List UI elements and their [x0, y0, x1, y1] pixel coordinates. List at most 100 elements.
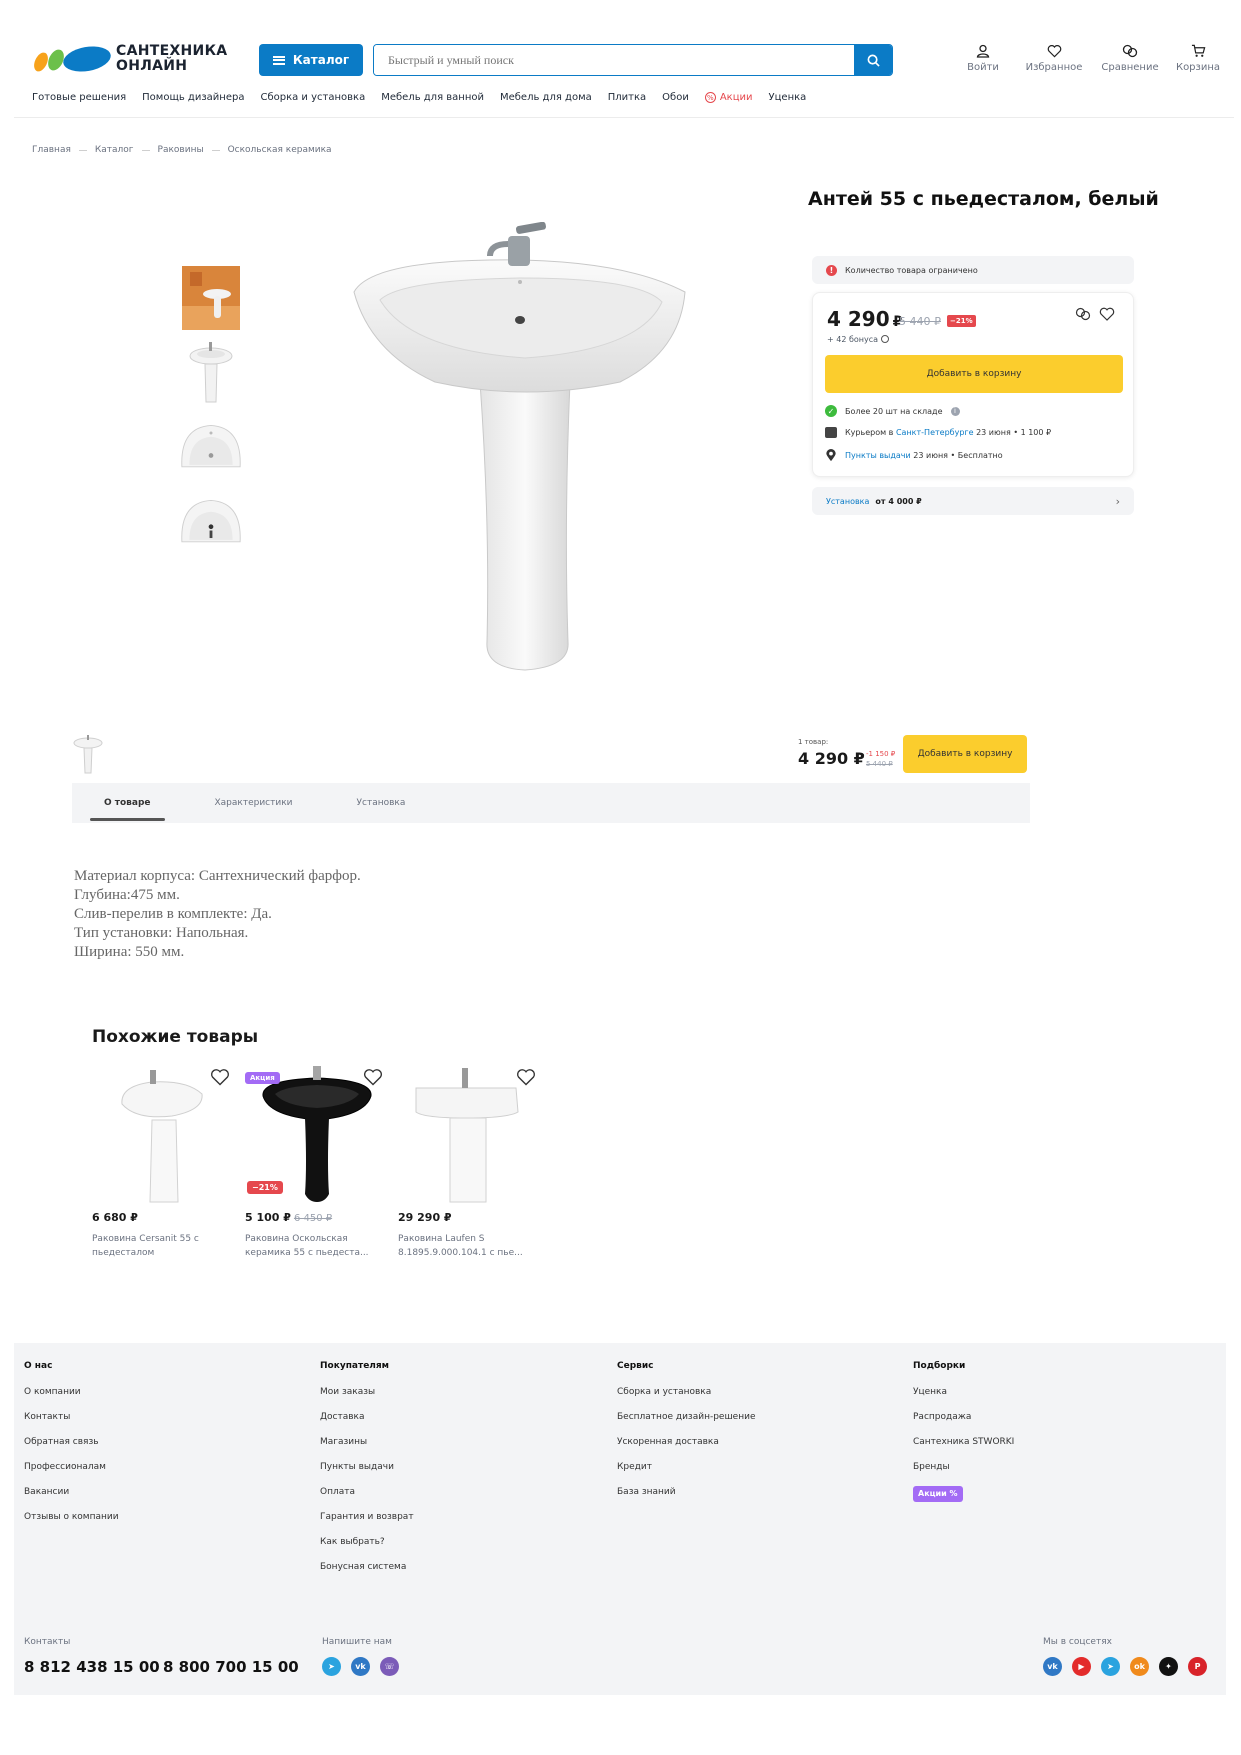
product-name[interactable]: Раковина Оскольская керамика 55 с пьедест…: [245, 1232, 385, 1260]
breadcrumb-home[interactable]: Главная: [32, 145, 71, 155]
tab-specs[interactable]: Характеристики: [183, 783, 325, 823]
search-input[interactable]: [374, 45, 854, 75]
footer-link[interactable]: Как выбрать?: [320, 1536, 414, 1561]
similar-product-card[interactable]: 6 680 ₽ Раковина Cersanit 55 с пьедестало…: [92, 1066, 238, 1266]
product-name[interactable]: Раковина Laufen S 8.1895.9.000.104.1 с пь…: [398, 1232, 538, 1260]
price-value: 5 100 ₽: [245, 1211, 291, 1224]
viber-icon[interactable]: ☏: [380, 1657, 399, 1676]
install-link[interactable]: Установка: [826, 497, 869, 506]
breadcrumb-sinks[interactable]: Раковины: [158, 145, 204, 155]
footer-link[interactable]: Оплата: [320, 1486, 414, 1511]
footer-link[interactable]: Бонусная система: [320, 1561, 414, 1586]
thumbnail-2[interactable]: [180, 340, 242, 406]
sale-icon: %: [704, 92, 716, 103]
courier-text: Курьером в Санкт-Петербурге 23 июня • 1 …: [845, 428, 1051, 437]
footer-link[interactable]: Кредит: [617, 1461, 756, 1486]
phone-spb[interactable]: 8 812 438 15 00: [24, 1658, 160, 1676]
installation-row[interactable]: Установка от 4 000 ₽ ›: [812, 487, 1134, 515]
footer-link[interactable]: Пункты выдачи: [320, 1461, 414, 1486]
nav-bath-furniture[interactable]: Мебель для ванной: [381, 92, 484, 103]
tab-about[interactable]: О товаре: [72, 783, 183, 823]
product-main-image[interactable]: [340, 222, 710, 682]
product-name-line: Раковина Laufen S: [398, 1234, 485, 1244]
ok-icon[interactable]: ok: [1130, 1657, 1149, 1676]
heart-icon[interactable]: [210, 1068, 230, 1086]
compare-button[interactable]: Сравнение: [1100, 44, 1160, 73]
compare-icon[interactable]: [1075, 307, 1091, 321]
favorites-button[interactable]: Избранное: [1024, 44, 1084, 73]
footer-link[interactable]: Обратная связь: [24, 1436, 119, 1461]
footer-link[interactable]: Ускоренная доставка: [617, 1436, 756, 1461]
product-description: Материал корпуса: Сантехнический фарфор.…: [74, 867, 361, 962]
pickup-link[interactable]: Пункты выдачи: [845, 451, 911, 460]
info-icon[interactable]: i: [950, 406, 960, 416]
footer-link[interactable]: О компании: [24, 1386, 119, 1411]
nav-sales[interactable]: % Акции: [704, 92, 753, 103]
pinterest-icon[interactable]: P: [1188, 1657, 1207, 1676]
nav-assembly[interactable]: Сборка и установка: [260, 92, 365, 103]
sales-badge[interactable]: Акции %: [913, 1486, 963, 1502]
footer-link[interactable]: Профессионалам: [24, 1461, 119, 1486]
search-icon: [867, 54, 880, 67]
login-button[interactable]: Войти: [953, 44, 1013, 73]
footer-link[interactable]: Магазины: [320, 1436, 414, 1461]
thumbnail-1[interactable]: [180, 265, 242, 331]
tab-installation[interactable]: Установка: [325, 783, 438, 823]
stock-notice-text: Количество товара ограничено: [845, 265, 978, 275]
courier-city-link[interactable]: Санкт-Петербурге: [896, 428, 974, 437]
sticky-add-to-cart-button[interactable]: Добавить в корзину: [903, 735, 1027, 773]
footer-link[interactable]: Вакансии: [24, 1486, 119, 1511]
breadcrumb-brand[interactable]: Оскольская керамика: [228, 145, 332, 155]
heart-icon[interactable]: [363, 1068, 383, 1086]
search-button[interactable]: [854, 45, 892, 75]
nav-ready-solutions[interactable]: Готовые решения: [32, 92, 126, 103]
pickup-text: Пункты выдачи 23 июня • Бесплатно: [845, 451, 1003, 460]
logo-mark[interactable]: [32, 46, 112, 74]
compare-icon: [1122, 44, 1138, 58]
similar-product-card[interactable]: 29 290 ₽ Раковина Laufen S 8.1895.9.000.1…: [398, 1066, 544, 1266]
price-old: 5 440 ₽: [899, 315, 941, 328]
similar-products-title: Похожие товары: [92, 1027, 259, 1047]
phone-federal[interactable]: 8 800 700 15 00: [163, 1658, 299, 1676]
footer-link[interactable]: База знаний: [617, 1486, 756, 1511]
description-line: Слив-перелив в комплекте: Да.: [74, 906, 272, 922]
footer-link[interactable]: Контакты: [24, 1411, 119, 1436]
heart-icon[interactable]: [1099, 307, 1115, 321]
nav-home-furniture[interactable]: Мебель для дома: [500, 92, 592, 103]
footer-link[interactable]: Гарантия и возврат: [320, 1511, 414, 1536]
price-value: 4 290: [827, 307, 890, 331]
footer-link[interactable]: Сантехника STWORKI: [913, 1436, 1014, 1461]
footer-link[interactable]: Распродажа: [913, 1411, 1014, 1436]
similar-product-card[interactable]: Акция −21% 5 100 ₽6 450 ₽ Раковина Оскол…: [245, 1066, 391, 1266]
nav-wallpaper[interactable]: Обои: [662, 92, 689, 103]
cart-button[interactable]: Корзина: [1168, 44, 1228, 73]
footer-link[interactable]: Доставка: [320, 1411, 414, 1436]
thumbnail-4[interactable]: [180, 490, 242, 556]
sticky-price: 4 290 ₽: [798, 749, 865, 768]
product-name[interactable]: Раковина Cersanit 55 с пьедесталом: [92, 1232, 232, 1260]
zen-icon[interactable]: ✦: [1159, 1657, 1178, 1676]
add-to-cart-button[interactable]: Добавить в корзину: [825, 355, 1123, 393]
breadcrumb-catalog[interactable]: Каталог: [95, 145, 134, 155]
description-line: Глубина:475 мм.: [74, 887, 180, 903]
nav-tiles[interactable]: Плитка: [608, 92, 646, 103]
footer-link[interactable]: Сборка и установка: [617, 1386, 756, 1411]
vk-icon[interactable]: vk: [351, 1657, 370, 1676]
footer-link[interactable]: Мои заказы: [320, 1386, 414, 1411]
logo-text[interactable]: САНТЕХНИКА ОНЛАЙН: [116, 44, 227, 74]
footer-link[interactable]: Уценка: [913, 1386, 1014, 1411]
vk-icon[interactable]: vk: [1043, 1657, 1062, 1676]
footer-col-title: Покупателям: [320, 1361, 390, 1371]
nav-designer-help[interactable]: Помощь дизайнера: [142, 92, 244, 103]
catalog-button[interactable]: Каталог: [259, 44, 363, 76]
footer-link[interactable]: Отзывы о компании: [24, 1511, 119, 1536]
nav-markdown[interactable]: Уценка: [769, 92, 807, 103]
footer-link[interactable]: Бесплатное дизайн-решение: [617, 1411, 756, 1436]
thumbnail-3[interactable]: [180, 415, 242, 481]
sticky-quantity: 1 товар:: [798, 738, 829, 746]
footer-link[interactable]: Бренды: [913, 1461, 1014, 1486]
telegram-icon[interactable]: ➤: [322, 1657, 341, 1676]
heart-icon[interactable]: [516, 1068, 536, 1086]
telegram-icon[interactable]: ➤: [1101, 1657, 1120, 1676]
youtube-icon[interactable]: ▶: [1072, 1657, 1091, 1676]
